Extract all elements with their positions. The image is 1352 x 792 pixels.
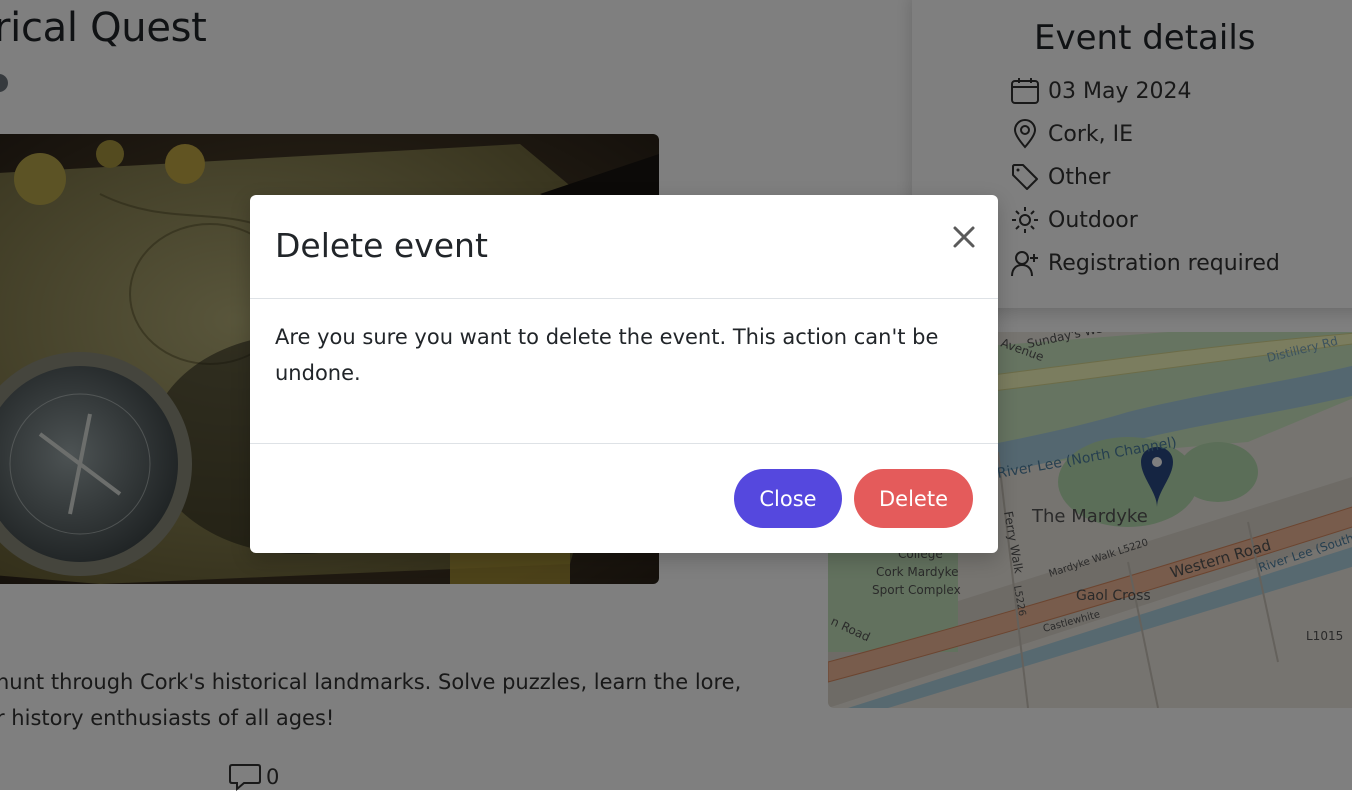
close-icon [953,226,975,248]
modal-body-text: Are you sure you want to delete the even… [275,325,939,385]
close-button[interactable]: Close [734,469,842,528]
delete-event-modal: Delete event Are you sure you want to de… [250,195,998,553]
modal-close-button[interactable] [950,223,978,251]
modal-title: Delete event [275,226,488,265]
modal-footer: Close Delete [250,443,998,554]
delete-button[interactable]: Delete [854,469,973,528]
modal-header: Delete event [250,195,998,299]
